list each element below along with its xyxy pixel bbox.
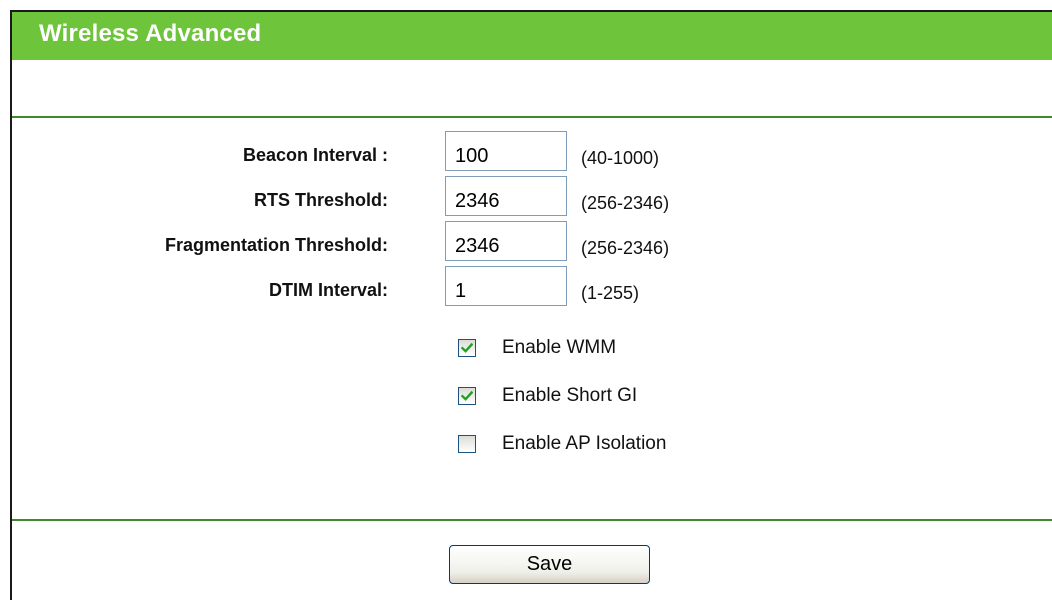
dtim-interval-label: DTIM Interval:	[268, 280, 388, 300]
title-bar: Wireless Advanced	[12, 12, 1052, 60]
checkmark-icon	[461, 342, 473, 353]
enable-wmm-label: Enable WMM	[502, 337, 617, 358]
rts-threshold-input[interactable]	[445, 176, 567, 216]
enable-short-gi-checkbox[interactable]	[458, 387, 476, 405]
dtim-interval-range: (1-255)	[581, 283, 640, 303]
fragmentation-threshold-label: Fragmentation Threshold:	[164, 235, 388, 255]
enable-ap-isolation-checkbox[interactable]	[458, 435, 476, 453]
bottom-divider	[12, 519, 1052, 521]
enable-ap-isolation-label: Enable AP Isolation	[502, 433, 667, 454]
rts-threshold-range: (256-2346)	[581, 193, 670, 213]
fragmentation-threshold-range: (256-2346)	[581, 238, 670, 258]
beacon-interval-label: Beacon Interval :	[242, 145, 388, 165]
save-button[interactable]: Save	[449, 545, 650, 584]
top-divider	[12, 116, 1052, 118]
enable-wmm-checkbox[interactable]	[458, 339, 476, 357]
dtim-interval-input[interactable]	[445, 266, 567, 306]
page-title: Wireless Advanced	[39, 20, 262, 47]
fragmentation-threshold-input[interactable]	[445, 221, 567, 261]
beacon-interval-range: (40-1000)	[581, 148, 660, 168]
wireless-advanced-panel: Wireless Advanced Beacon Interval : (40-…	[10, 10, 1052, 600]
enable-short-gi-label: Enable Short GI	[502, 385, 638, 406]
rts-threshold-label: RTS Threshold:	[254, 190, 388, 210]
beacon-interval-input[interactable]	[445, 131, 567, 171]
checkmark-icon	[461, 390, 473, 401]
